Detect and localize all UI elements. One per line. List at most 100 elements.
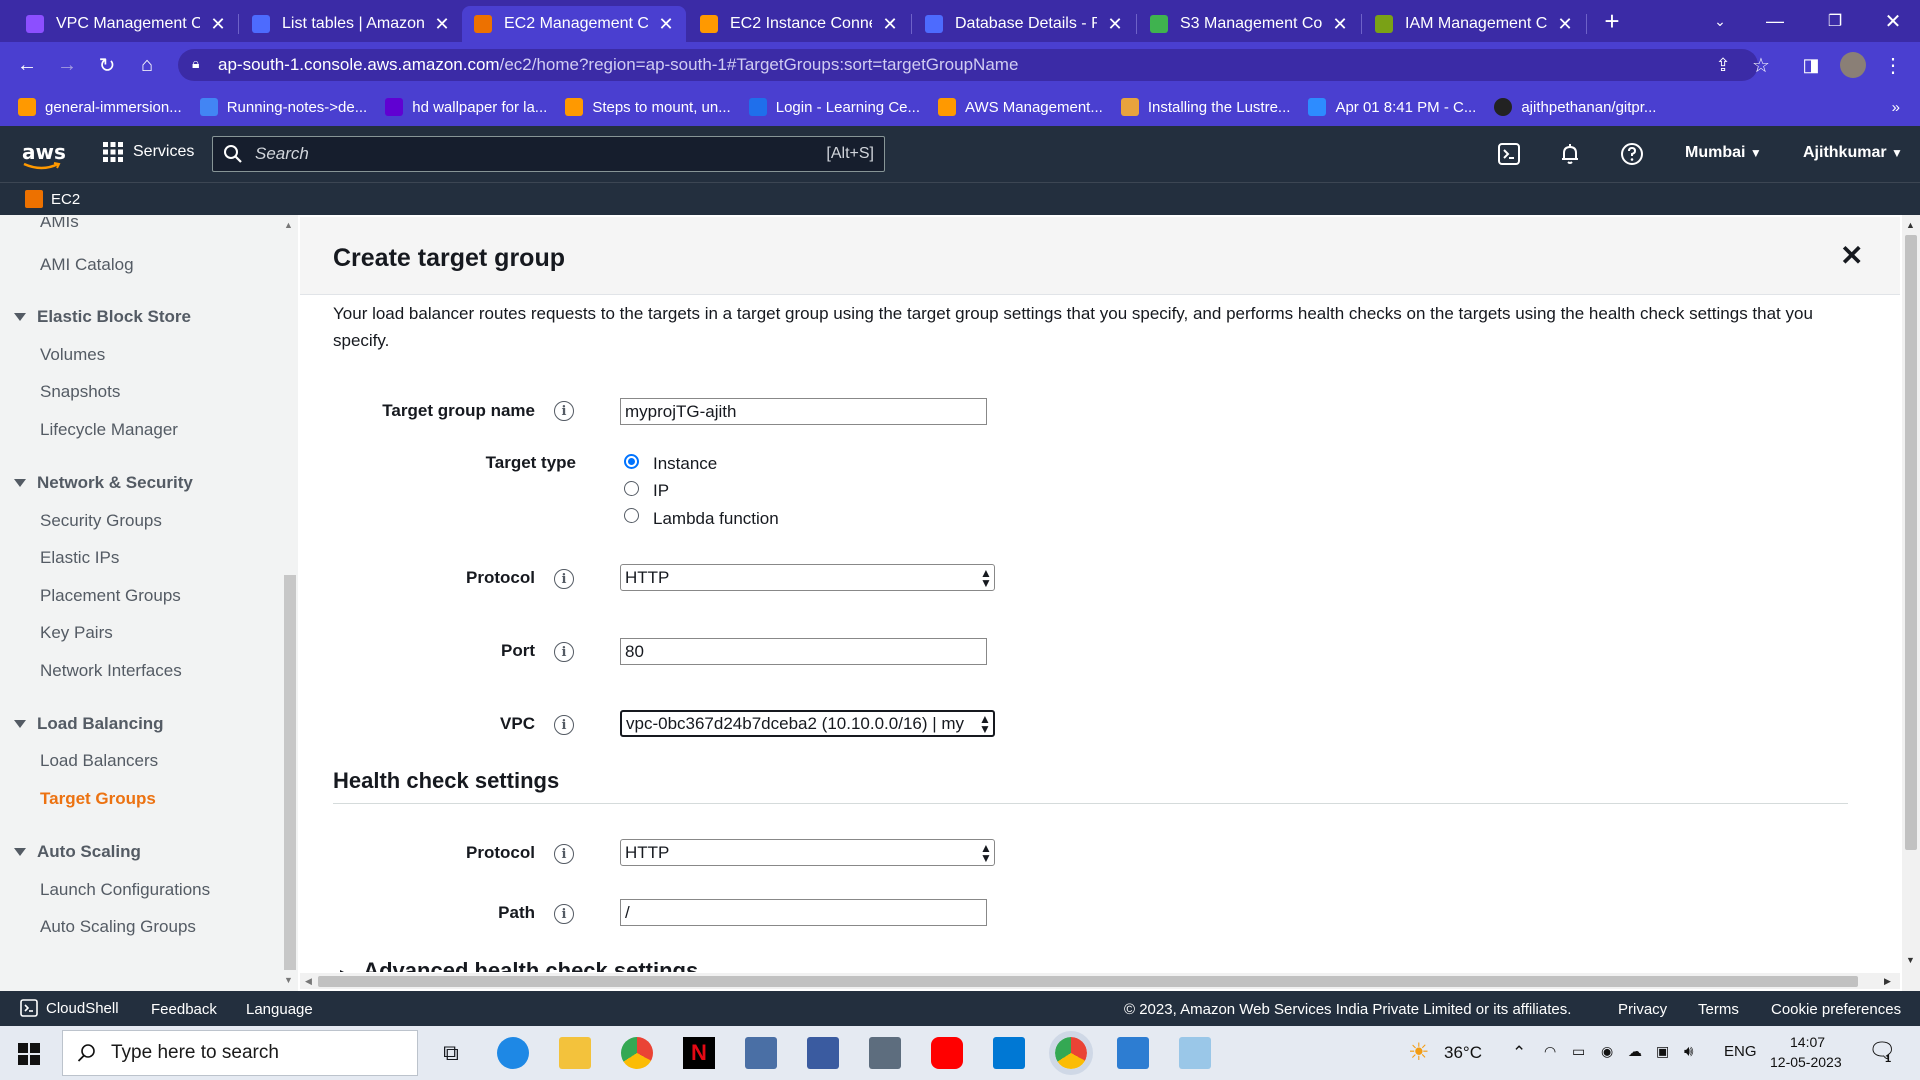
clock-date[interactable]: 12-05-2023: [1770, 1054, 1842, 1070]
window-close-icon[interactable]: ✕: [1863, 0, 1920, 42]
close-icon[interactable]: ✕: [434, 14, 450, 35]
cloudshell-icon[interactable]: [1497, 142, 1521, 166]
bookmark-item[interactable]: Running-notes->de...: [199, 98, 367, 116]
language-link[interactable]: Language: [246, 1001, 313, 1018]
vertical-scroll-thumb[interactable]: [1905, 235, 1917, 850]
hc-protocol-select[interactable]: HTTP ▲ ▼: [620, 839, 995, 866]
bookmark-item[interactable]: ajithpethanan/gitpr...: [1494, 98, 1656, 116]
sidebar-item-lifecycle-manager[interactable]: Lifecycle Manager: [40, 420, 178, 440]
close-icon[interactable]: ✕: [1557, 14, 1573, 35]
sidebar-section-network-security[interactable]: Network & Security: [14, 473, 193, 493]
weather-icon[interactable]: ☀: [1408, 1038, 1430, 1067]
taskbar-search-input[interactable]: Type here to search: [62, 1030, 418, 1076]
vpc-select[interactable]: vpc-0bc367d24b7dceba2 (10.10.0.0/16) | m…: [620, 710, 995, 737]
close-icon[interactable]: ✕: [210, 14, 226, 35]
store-icon[interactable]: [993, 1037, 1025, 1069]
file-explorer-icon[interactable]: [559, 1037, 591, 1069]
app-icon[interactable]: [1179, 1037, 1211, 1069]
tab-iam-management[interactable]: IAM Management Co ✕: [1363, 6, 1585, 42]
temperature-text[interactable]: 36°C: [1444, 1043, 1482, 1063]
chrome-active-icon[interactable]: [1049, 1031, 1093, 1075]
cloud-icon[interactable]: ☁: [1628, 1043, 1642, 1060]
language-indicator[interactable]: ENG: [1724, 1043, 1757, 1060]
sidebar-item-ami-catalog[interactable]: AMI Catalog: [40, 255, 134, 275]
sidebar-item-placement-groups[interactable]: Placement Groups: [40, 586, 181, 606]
cloudshell-button[interactable]: CloudShell: [20, 999, 119, 1017]
windows-start-icon[interactable]: [18, 1043, 40, 1065]
service-name-link[interactable]: EC2: [51, 191, 80, 208]
info-icon[interactable]: i: [554, 569, 574, 589]
scroll-down-arrow-icon[interactable]: ▼: [284, 975, 293, 985]
tab-rds-database[interactable]: Database Details - RD ✕: [913, 6, 1135, 42]
edge-icon[interactable]: [497, 1037, 529, 1069]
restore-icon[interactable]: ❐: [1805, 0, 1865, 42]
minimize-icon[interactable]: —: [1745, 0, 1805, 42]
chrome-icon[interactable]: [621, 1037, 653, 1069]
protocol-select[interactable]: HTTP ▲ ▼: [620, 564, 995, 591]
sidebar-item-amis[interactable]: AMIs: [40, 217, 79, 231]
home-icon[interactable]: ⌂: [132, 50, 162, 80]
sidebar-section-auto-scaling[interactable]: Auto Scaling: [14, 842, 141, 862]
bookmark-item[interactable]: general-immersion...: [18, 98, 182, 116]
back-icon[interactable]: ←: [12, 50, 42, 80]
terms-link[interactable]: Terms: [1698, 1001, 1739, 1018]
help-icon[interactable]: [1620, 142, 1644, 166]
forward-icon[interactable]: →: [52, 50, 82, 80]
tab-ec2-instance-connect[interactable]: EC2 Instance Connect ✕: [688, 6, 910, 42]
info-icon[interactable]: i: [554, 401, 574, 421]
info-icon[interactable]: i: [554, 715, 574, 735]
sidebar-item-volumes[interactable]: Volumes: [40, 345, 105, 365]
tab-search-icon[interactable]: ⌄: [1690, 0, 1750, 42]
camera-icon[interactable]: ◉: [1601, 1043, 1613, 1060]
youtube-icon[interactable]: [931, 1037, 963, 1069]
tab-vpc-management[interactable]: VPC Management Co ✕: [14, 6, 238, 42]
sidebar-item-elastic-ips[interactable]: Elastic IPs: [40, 548, 119, 568]
remote-desktop-icon[interactable]: [807, 1037, 839, 1069]
sidebar-item-target-groups[interactable]: Target Groups: [40, 789, 156, 809]
close-icon[interactable]: ✕: [1107, 14, 1123, 35]
menu-icon[interactable]: ⋮: [1878, 50, 1908, 80]
bookmark-item[interactable]: AWS Management...: [938, 98, 1103, 116]
aws-search-input[interactable]: Search [Alt+S]: [212, 136, 885, 172]
battery-icon[interactable]: ▭: [1572, 1043, 1585, 1060]
sidepanel-icon[interactable]: ◨: [1796, 50, 1826, 80]
sidebar-item-auto-scaling-groups[interactable]: Auto Scaling Groups: [40, 917, 196, 937]
bookmark-item[interactable]: Login - Learning Ce...: [748, 98, 920, 116]
scroll-up-arrow-icon[interactable]: ▲: [284, 220, 293, 230]
tab-ec2-management[interactable]: EC2 Management Co ✕: [462, 6, 686, 42]
tab-dynamodb-tables[interactable]: List tables | Amazon D ✕: [240, 6, 462, 42]
tab-s3-management[interactable]: S3 Management Cons ✕: [1138, 6, 1360, 42]
url-bar[interactable]: 🔒︎ ap-south-1.console.aws.amazon.com/ec2…: [178, 49, 1758, 81]
scroll-down-arrow-icon[interactable]: ▼: [1906, 955, 1915, 965]
info-icon[interactable]: i: [554, 844, 574, 864]
feedback-link[interactable]: Feedback: [151, 1001, 217, 1018]
task-view-icon[interactable]: ⧉: [435, 1037, 467, 1069]
bookmark-item[interactable]: Steps to mount, un...: [565, 98, 731, 116]
services-button[interactable]: Services: [103, 142, 194, 162]
netflix-icon[interactable]: N: [683, 1037, 715, 1069]
aws-logo[interactable]: aws: [22, 140, 66, 170]
close-icon[interactable]: ✕: [658, 14, 674, 35]
close-icon[interactable]: ✕: [882, 14, 898, 35]
photos-icon[interactable]: [1117, 1037, 1149, 1069]
scroll-up-arrow-icon[interactable]: ▲: [1906, 220, 1915, 230]
account-menu[interactable]: Ajithkumar ▼: [1803, 144, 1903, 162]
network-app-icon[interactable]: [745, 1037, 777, 1069]
close-icon[interactable]: ✕: [1332, 14, 1348, 35]
sidebar-scroll-thumb[interactable]: [284, 575, 296, 970]
wifi-icon[interactable]: ◠: [1544, 1043, 1556, 1060]
advanced-health-check-toggle[interactable]: ▶Advanced health check settings: [340, 958, 698, 972]
horizontal-scroll-thumb[interactable]: [318, 976, 1858, 987]
radio-instance[interactable]: [624, 454, 639, 469]
info-icon[interactable]: i: [554, 642, 574, 662]
cookie-preferences-link[interactable]: Cookie preferences: [1771, 1001, 1901, 1018]
scroll-right-arrow-icon[interactable]: ▶: [1884, 976, 1891, 987]
sidebar-item-load-balancers[interactable]: Load Balancers: [40, 751, 158, 771]
chevron-up-icon[interactable]: ⌃: [1512, 1043, 1526, 1063]
scroll-left-arrow-icon[interactable]: ◀: [305, 976, 312, 987]
new-tab-button[interactable]: +: [1582, 0, 1642, 42]
clock-time[interactable]: 14:07: [1790, 1034, 1825, 1050]
sidebar-item-network-interfaces[interactable]: Network Interfaces: [40, 661, 182, 681]
info-icon[interactable]: i: [554, 904, 574, 924]
sidebar-item-security-groups[interactable]: Security Groups: [40, 511, 162, 531]
